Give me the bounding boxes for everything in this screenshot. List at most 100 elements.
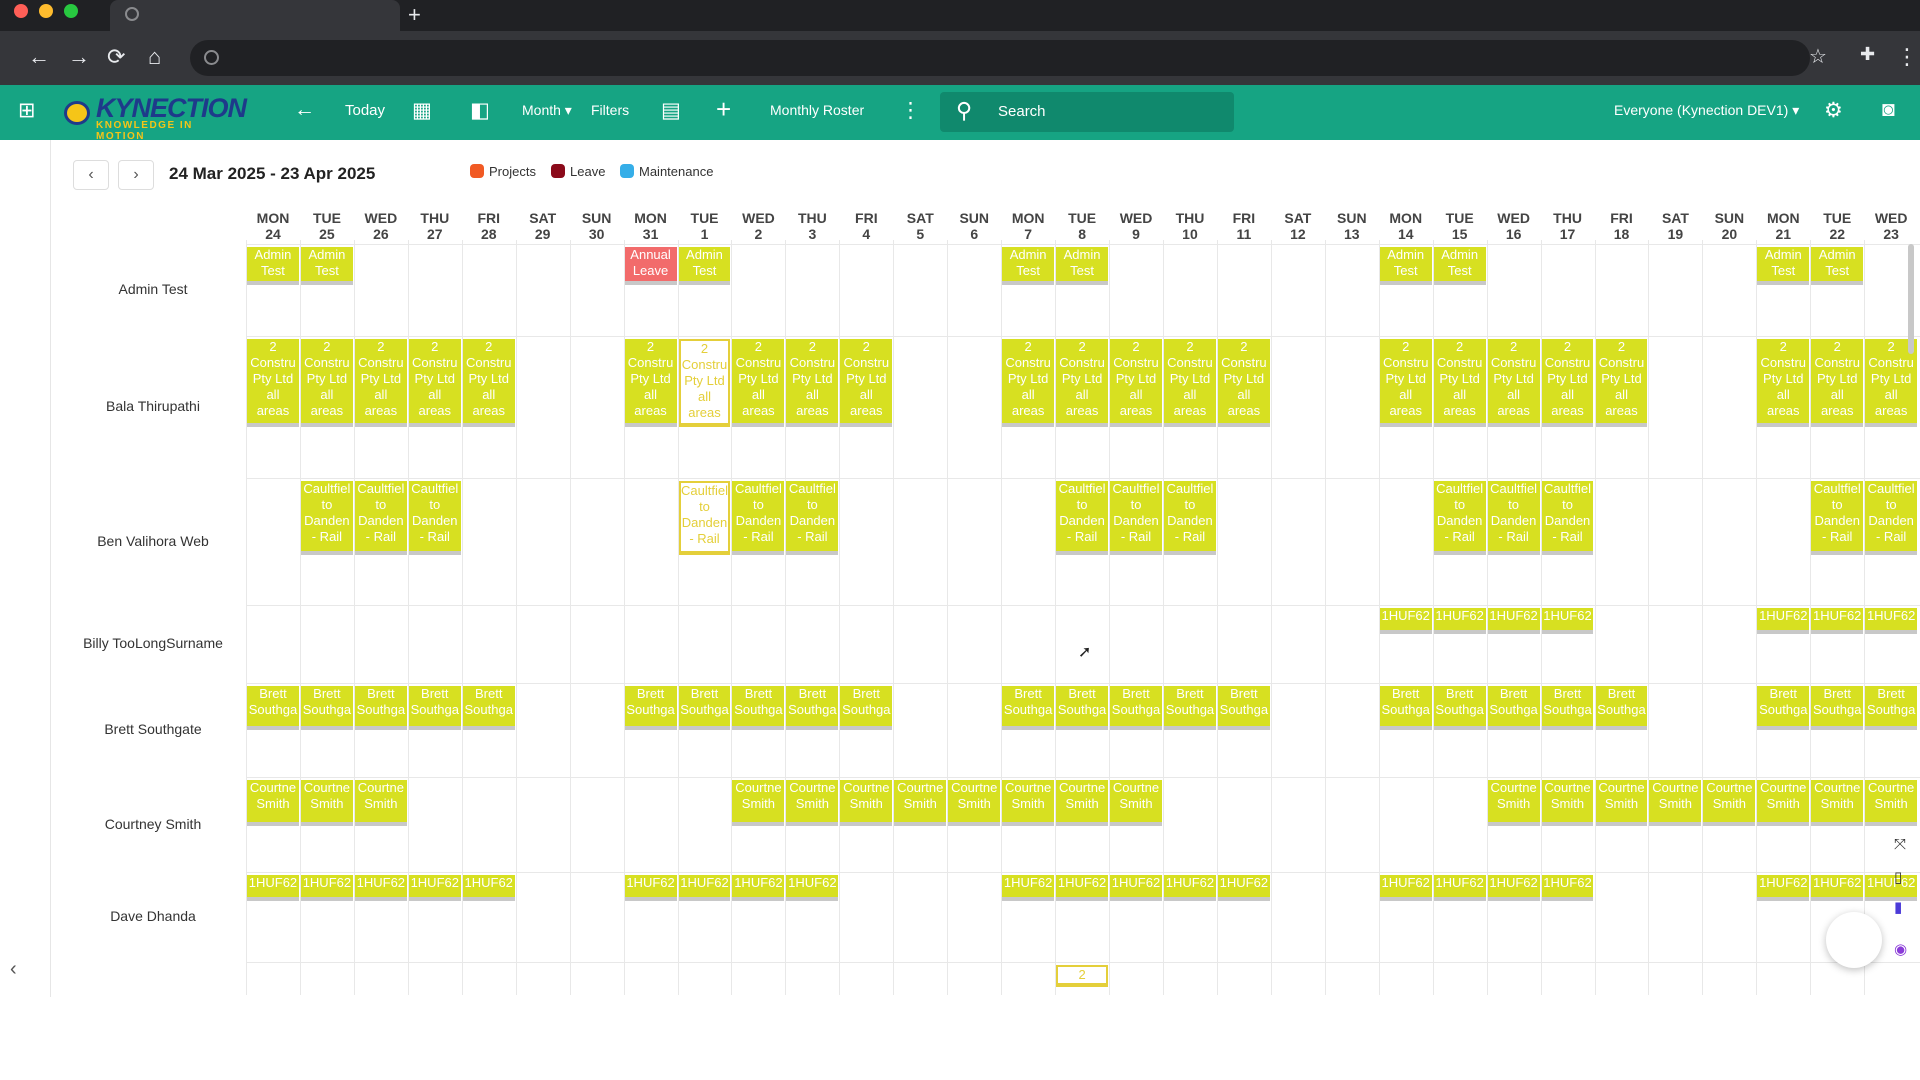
roster-event-brett[interactable]: Brett Southga (1487, 686, 1540, 730)
browser-menu-icon[interactable]: ⋮ (1896, 44, 1918, 70)
roster-event-admin[interactable]: Admin Test (1379, 247, 1432, 285)
roster-event-court[interactable]: Courtne Smith (1002, 780, 1055, 826)
roster-event-brett[interactable]: Brett Southga (408, 686, 461, 730)
roster-event-caul[interactable]: Caultfiel to Danden - Rail (1865, 481, 1918, 555)
roster-event-admin[interactable]: Admin Test (1056, 247, 1109, 285)
roster-event-huf[interactable]: 1HUF62 (732, 875, 785, 901)
roster-event-constr[interactable]: 2 Constru Pty Ltd all areas (300, 339, 353, 427)
reload-icon[interactable]: ⟳ (107, 44, 125, 70)
roster-event-huf[interactable]: 1HUF62 (1541, 608, 1594, 634)
new-tab-button[interactable]: + (408, 2, 421, 28)
roster-event-constr[interactable]: 2 Constru Pty Ltd all areas (247, 339, 299, 427)
roster-event-constr[interactable]: 2 Constru Pty Ltd all areas (840, 339, 893, 427)
roster-event-huf[interactable]: 1HUF62 (1056, 875, 1109, 901)
bookmark-icon[interactable]: ▮ (1894, 898, 1902, 916)
collapse-sidebar-icon[interactable]: ‹ (10, 958, 17, 981)
roster-event-constr[interactable]: 2 Constru Pty Ltd all areas (1811, 339, 1864, 427)
roster-event-huf[interactable]: 1HUF62 (300, 875, 353, 901)
roster-event-caul[interactable]: Caultfiel to Danden - Rail (786, 481, 839, 555)
roster-event-constr[interactable]: 2 Constru Pty Ltd all areas (1110, 339, 1162, 427)
roster-event-brett[interactable]: Brett Southga (1379, 686, 1432, 730)
roster-event-caul[interactable]: Caultfiel to Danden - Rail (1433, 481, 1486, 555)
roster-event-constr[interactable]: 2 Constru Pty Ltd all areas (732, 339, 785, 427)
roster-event-admin[interactable]: Admin Test (1002, 247, 1055, 285)
roster-event-huf[interactable]: 1HUF62 (408, 875, 461, 901)
roster-event-huf[interactable]: 1HUF62 (247, 875, 299, 901)
roster-event-constr[interactable]: 2 Constru Pty Ltd all areas (1002, 339, 1055, 427)
roster-event-brett[interactable]: Brett Southga (1595, 686, 1648, 730)
legend-item-maintenance[interactable]: Maintenance (620, 164, 713, 179)
calendar-icon[interactable]: ▦ (412, 98, 432, 123)
roster-event-court[interactable]: Courtne Smith (1649, 780, 1702, 826)
roster-event-court[interactable]: Courtne Smith (732, 780, 785, 826)
filters-button[interactable]: Filters (591, 102, 629, 118)
roster-event-admin[interactable]: Admin Test (1757, 247, 1810, 285)
browser-tab[interactable] (110, 0, 400, 31)
roster-event-leave[interactable]: Annual Leave (624, 247, 677, 285)
floating-action-button[interactable] (1826, 912, 1882, 968)
roster-event-brett[interactable]: Brett Southga (786, 686, 839, 730)
apps-grid-icon[interactable]: ⊞ (18, 98, 36, 123)
roster-event-admin[interactable]: Admin Test (1433, 247, 1486, 285)
window-maximize-control[interactable] (64, 4, 78, 18)
home-icon[interactable]: ⌂ (148, 44, 161, 70)
roster-event-caul[interactable]: Caultfiel to Danden - Rail (1056, 481, 1109, 555)
roster-event-brett[interactable]: Brett Southga (1110, 686, 1162, 730)
roster-event-admin[interactable]: Admin Test (1811, 247, 1864, 285)
roster-event-brett[interactable]: Brett Southga (1541, 686, 1594, 730)
roster-event-brett[interactable]: Brett Southga (462, 686, 515, 730)
roster-event-constr[interactable]: 2 Constru Pty Ltd all areas (1433, 339, 1486, 427)
roster-event-admin[interactable]: Admin Test (678, 247, 731, 285)
roster-event-admin[interactable]: Admin Test (247, 247, 299, 285)
employee-name[interactable]: Courtney Smith (60, 816, 246, 832)
view-dropdown[interactable]: Month ▾ (522, 102, 572, 119)
extensions-icon[interactable]: ✚ (1860, 44, 1875, 65)
roster-list-icon[interactable]: ▤ (661, 98, 681, 123)
map-icon[interactable]: ◧ (470, 98, 490, 123)
roster-event-caul[interactable]: Caultfiel to Danden - Rail (408, 481, 461, 555)
assistant-icon[interactable]: ◉ (1894, 940, 1907, 958)
roster-event-court[interactable]: Courtne Smith (948, 780, 1001, 826)
back-arrow-icon[interactable]: ← (28, 44, 50, 70)
search-placeholder[interactable]: Search (998, 103, 1046, 120)
roster-event-caul[interactable]: Caultfiel to Danden - Rail (678, 481, 731, 555)
roster-event-huf[interactable]: 1HUF62 (1541, 875, 1594, 901)
roster-event-court[interactable]: Courtne Smith (840, 780, 893, 826)
employee-name[interactable]: Admin Test (60, 281, 246, 297)
roster-event-huf[interactable]: 1HUF62 (678, 875, 731, 901)
roster-event-caul[interactable]: Caultfiel to Danden - Rail (300, 481, 353, 555)
account-icon[interactable]: ◙ (1882, 98, 1895, 122)
roster-event-brett[interactable]: Brett Southga (1811, 686, 1864, 730)
roster-event-constr[interactable]: 2 Constru Pty Ltd all areas (1487, 339, 1540, 427)
roster-event-caul[interactable]: Caultfiel to Danden - Rail (1487, 481, 1540, 555)
roster-event-constr[interactable]: 2 Constru Pty Ltd all areas (1379, 339, 1432, 427)
legend-item-leave[interactable]: Leave (551, 164, 605, 179)
roster-event-huf[interactable]: 1HUF62 (1002, 875, 1055, 901)
roster-event-huf[interactable]: 1HUF62 (1811, 608, 1864, 634)
roster-event-huf[interactable]: 1HUF62 (1865, 608, 1918, 634)
roster-event-court[interactable]: Courtne Smith (786, 780, 839, 826)
roster-event-brett[interactable]: Brett Southga (1163, 686, 1216, 730)
roster-event-caul[interactable]: Caultfiel to Danden - Rail (1110, 481, 1162, 555)
roster-event-huf[interactable]: 1HUF62 (1757, 875, 1810, 901)
roster-event-caul[interactable]: Caultfiel to Danden - Rail (354, 481, 407, 555)
roster-event-brett[interactable]: Brett Southga (678, 686, 731, 730)
roster-event-court[interactable]: Courtne Smith (1703, 780, 1756, 826)
kynection-logo[interactable]: KYNECTION KNOWLEDGE IN MOTION (64, 93, 247, 142)
employee-name[interactable]: Ben Valihora Web (60, 533, 246, 549)
roster-event-huf[interactable]: 1HUF62 (1865, 875, 1918, 901)
roster-event-huf[interactable]: 1HUF62 (1487, 608, 1540, 634)
panel-icon[interactable]: ▯ (1894, 868, 1902, 886)
workspace-dropdown[interactable]: Everyone (Kynection DEV1) ▾ (1614, 102, 1799, 119)
roster-event-brett[interactable]: Brett Southga (1757, 686, 1810, 730)
roster-event-constr[interactable]: 2 Constru Pty Ltd all areas (1163, 339, 1216, 427)
back-arrow-icon[interactable]: ← (294, 98, 315, 122)
roster-event-huf[interactable]: 1HUF62 (1811, 875, 1864, 901)
roster-event-two[interactable]: 2 (1056, 965, 1109, 987)
roster-event-huf[interactable]: 1HUF62 (1757, 608, 1810, 634)
roster-event-huf[interactable]: 1HUF62 (1487, 875, 1540, 901)
roster-event-constr[interactable]: 2 Constru Pty Ltd all areas (1595, 339, 1648, 427)
roster-event-huf[interactable]: 1HUF62 (1163, 875, 1216, 901)
roster-event-huf[interactable]: 1HUF62 (354, 875, 407, 901)
employee-name[interactable]: Bala Thirupathi (60, 398, 246, 414)
